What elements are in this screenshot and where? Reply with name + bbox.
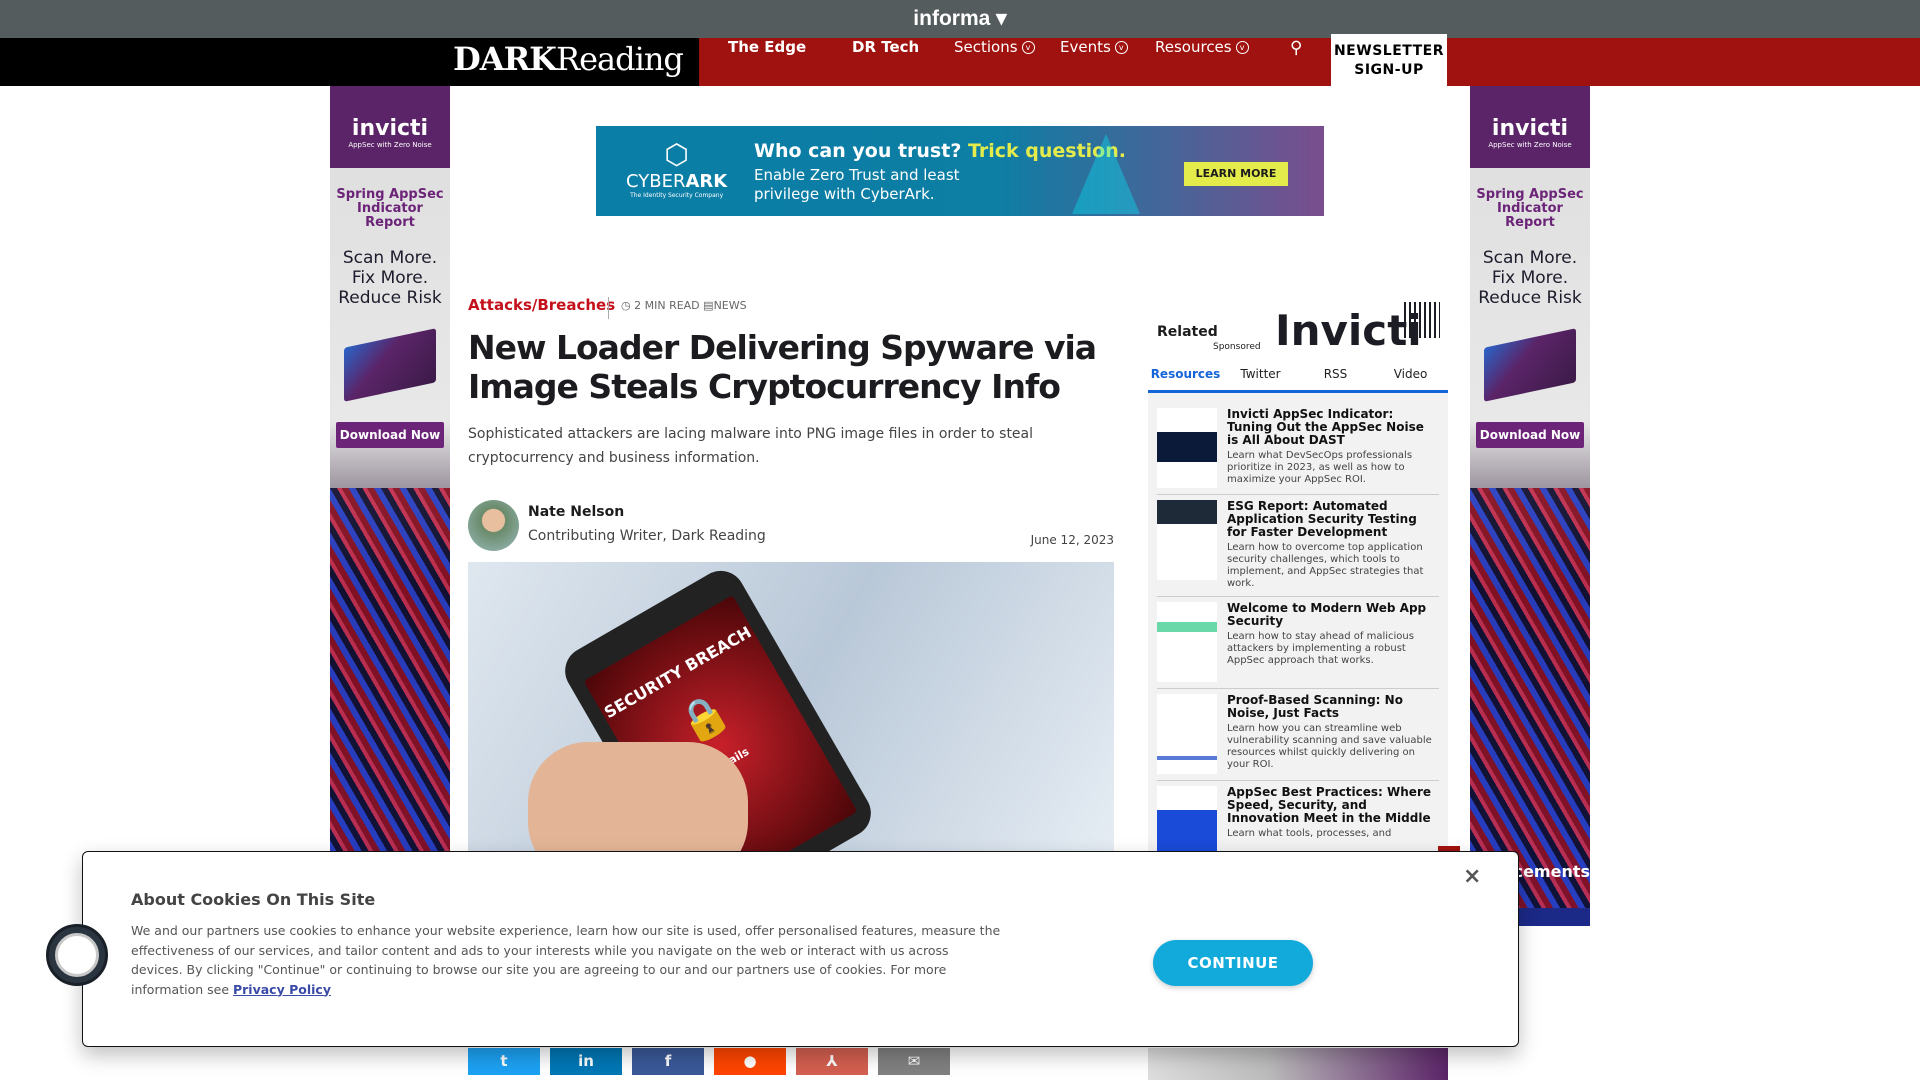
cookie-text: We and our partners use cookies to enhan… — [131, 923, 1001, 997]
logo-bold: DARK — [453, 40, 557, 78]
report-image — [1484, 328, 1576, 402]
ad-artwork — [1470, 488, 1590, 908]
nav-label: Events — [1060, 38, 1111, 56]
search-icon[interactable]: ⚲ — [1290, 38, 1302, 86]
cyberark-banner-ad[interactable]: ⬡ CYBERARK The Identity Security Company W… — [596, 126, 1324, 216]
ad-brand: invicti AppSec with Zero Noise — [1470, 86, 1590, 168]
share-email-button[interactable]: ✉ — [878, 1048, 950, 1075]
author-avatar[interactable] — [468, 500, 519, 551]
article-meta: ◷ 2 MIN READ ▤NEWS — [608, 297, 747, 319]
clock-icon: ◷ — [621, 299, 631, 312]
resource-list[interactable]: Invicti AppSec Indicator: Tuning Out the… — [1148, 393, 1448, 863]
nav-resources[interactable]: Resources v — [1155, 38, 1249, 86]
author-name[interactable]: Nate Nelson — [528, 504, 624, 520]
reddit-icon: ● — [743, 1052, 757, 1070]
continue-button[interactable]: CONTINUE — [1153, 940, 1313, 986]
tab-twitter[interactable]: Twitter — [1223, 367, 1298, 381]
share-facebook-button[interactable]: f — [632, 1048, 704, 1075]
chevron-down-icon: v — [1235, 41, 1249, 54]
ad-report: Spring AppSec Indicator Report — [336, 187, 444, 230]
share-linkedin-button[interactable]: in — [550, 1048, 622, 1075]
read-time: 2 MIN READ — [634, 299, 700, 312]
cookie-settings-icon[interactable] — [46, 924, 108, 986]
news-icon: ▤ — [703, 299, 714, 312]
learn-more-button[interactable]: LEARN MORE — [1184, 162, 1288, 186]
tab-video[interactable]: Video — [1373, 367, 1448, 381]
category-link[interactable]: Attacks/Breaches — [468, 296, 615, 314]
related-label: Related — [1157, 324, 1218, 340]
email-icon: ✉ — [907, 1052, 921, 1070]
cyberark-logo: ⬡ CYBERARK The Identity Security Company — [626, 138, 728, 199]
close-icon[interactable]: × — [1463, 864, 1481, 889]
logo-light: Reading — [555, 40, 684, 78]
share-reddit-button[interactable]: ● — [714, 1048, 786, 1075]
author-role: Contributing Writer, Dark Reading — [528, 528, 766, 544]
left-side-ad[interactable]: invicti AppSec with Zero Noise Spring App… — [330, 86, 450, 926]
chevron-down-icon: v — [1114, 41, 1128, 54]
cube-icon: ⬡ — [664, 138, 689, 171]
cookie-banner: About Cookies On This Site We and our pa… — [82, 851, 1519, 1047]
bottom-ad[interactable] — [1148, 1048, 1448, 1080]
hand-image — [528, 742, 748, 862]
nav-the-edge[interactable]: The Edge — [728, 38, 806, 86]
resource-thumbnail — [1157, 602, 1217, 682]
publish-date: June 12, 2023 — [1030, 533, 1114, 547]
download-now-button[interactable]: Download Now — [336, 422, 444, 448]
report-image — [344, 328, 436, 402]
ad-headline: Scan More. Fix More. Reduce Risk — [1478, 248, 1582, 308]
list-item[interactable]: Proof-Based Scanning: No Noise, Just Fac… — [1157, 689, 1439, 781]
share-twitter-button[interactable]: t — [468, 1048, 540, 1075]
ad-brand: invicti AppSec with Zero Noise — [330, 86, 450, 168]
ad-headline: Scan More. Fix More. Reduce Risk — [338, 248, 442, 308]
ad-report: Spring AppSec Indicator Report — [1476, 187, 1584, 230]
darkreading-logo[interactable]: DARKReading — [453, 40, 684, 78]
share-pdf-button[interactable]: ⅄ — [796, 1048, 868, 1075]
list-item[interactable]: Welcome to Modern Web App Security Learn … — [1157, 597, 1439, 689]
article-title: New Loader Delivering Spyware via Image … — [468, 328, 1097, 406]
article-summary: Sophisticated attackers are lacing malwa… — [468, 426, 1034, 466]
informa-bar[interactable]: informa ▾ — [0, 0, 1920, 38]
privacy-policy-link[interactable]: Privacy Policy — [233, 982, 331, 997]
ad-subtext: Enable Zero Trust and least privilege wi… — [754, 166, 960, 203]
linkedin-icon: in — [578, 1052, 594, 1070]
ad-artwork — [330, 488, 450, 908]
list-item[interactable]: Invicti AppSec Indicator: Tuning Out the… — [1157, 403, 1439, 495]
download-now-button[interactable]: Download Now — [1476, 422, 1584, 448]
tab-rss[interactable]: RSS — [1298, 367, 1373, 381]
tab-resources[interactable]: Resources — [1148, 367, 1223, 381]
facebook-icon: f — [664, 1052, 672, 1070]
nav-label: Sections — [954, 38, 1018, 56]
list-item[interactable]: ESG Report: Automated Application Securi… — [1157, 495, 1439, 597]
nav-dr-tech[interactable]: DR Tech — [852, 38, 919, 86]
chevron-down-icon: v — [1021, 41, 1035, 54]
sponsored-label: Sponsored — [1213, 342, 1261, 352]
newsletter-signup-button[interactable]: NEWSLETTER SIGN-UP — [1331, 34, 1447, 86]
hero-image: SECURITY BREACH🔒Details — [468, 562, 1114, 862]
resource-thumbnail — [1157, 408, 1217, 488]
invicti-logo[interactable]: Invicti — [1275, 306, 1422, 355]
nav-events[interactable]: Events v — [1060, 38, 1128, 86]
cookie-title: About Cookies On This Site — [131, 890, 376, 909]
nav-label: Resources — [1155, 38, 1232, 56]
nav-sections[interactable]: Sections v — [954, 38, 1035, 86]
article-type: NEWS — [713, 299, 747, 312]
pdf-icon: ⅄ — [826, 1052, 838, 1070]
invicti-logo-bars — [1404, 302, 1440, 338]
twitter-icon: t — [500, 1052, 508, 1070]
resource-thumbnail — [1157, 500, 1217, 580]
resource-thumbnail — [1157, 694, 1217, 774]
ad-headline: Who can you trust? Trick question. — [754, 140, 1126, 162]
ad-person-image — [1072, 134, 1140, 214]
right-side-ad[interactable]: invicti AppSec with Zero Noise Spring App… — [1470, 86, 1590, 926]
